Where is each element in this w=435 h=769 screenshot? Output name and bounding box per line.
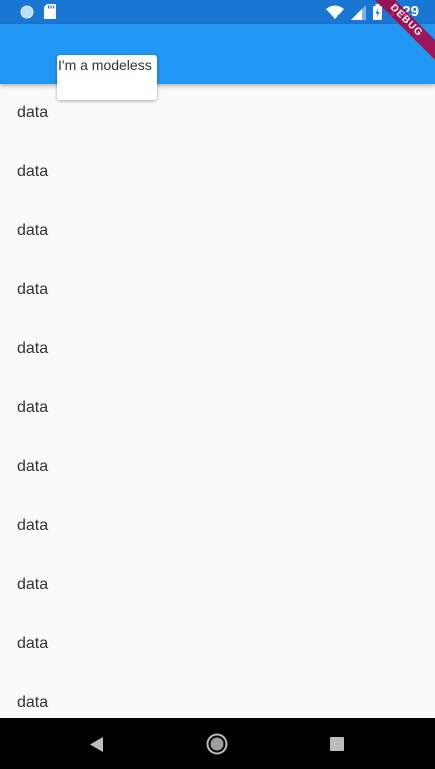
circle-icon [20,5,34,19]
recents-icon [330,737,344,751]
wifi-icon [325,5,344,20]
list-item[interactable]: data [0,614,435,673]
list-item[interactable]: data [0,673,435,718]
status-time: 7:29 [388,3,419,20]
signal-icon [350,4,366,20]
list-item[interactable]: data [0,437,435,496]
home-button[interactable] [204,731,230,757]
back-button[interactable] [84,731,110,757]
list-item[interactable]: data [0,201,435,260]
nav-bar [0,718,435,769]
list-item[interactable]: data [0,378,435,437]
list-item[interactable]: data [0,496,435,555]
modeless-popup[interactable]: I'm a modeless [57,55,157,100]
list-item[interactable]: data [0,260,435,319]
data-list[interactable]: data data data data data data data data … [0,84,435,718]
list-item[interactable]: data [0,319,435,378]
list-item[interactable]: data [0,142,435,201]
battery-icon [372,4,382,20]
home-icon [206,733,228,755]
status-bar-right: 7:29 [325,3,419,21]
status-bar: 7:29 [0,0,435,24]
modeless-popup-text: I'm a modeless [58,57,152,73]
status-bar-left [20,4,56,19]
sd-card-icon [44,4,56,19]
list-item[interactable]: data [0,555,435,614]
recents-button[interactable] [324,731,350,757]
screen: 7:29 DEBUG I'm a modeless data data data… [0,0,435,769]
back-icon [90,736,104,752]
